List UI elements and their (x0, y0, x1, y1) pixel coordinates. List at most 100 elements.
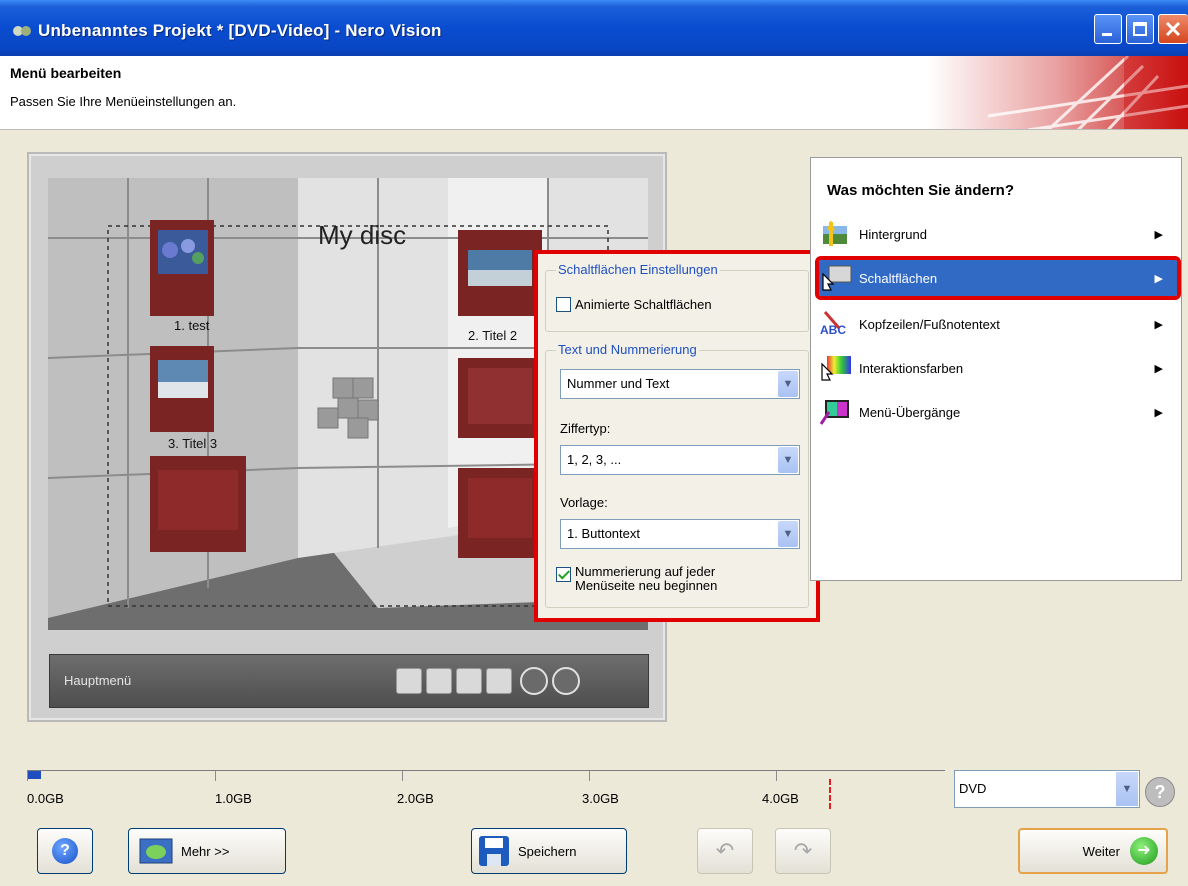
window-titlebar[interactable]: Unbenanntes Projekt * [DVD-Video] - Nero… (0, 0, 1188, 56)
minimize-icon (1102, 33, 1112, 36)
restart-numbering-checkbox-row[interactable]: Nummerierung auf jeder Menüseite neu beg… (556, 565, 776, 593)
disc-type-select[interactable]: DVD ▼ (954, 770, 1140, 808)
chevron-down-icon[interactable]: ▼ (778, 371, 798, 397)
option-menu-transitions[interactable]: Menü-Übergänge ▶ (819, 394, 1177, 430)
capacity-track: 0.0GB 1.0GB 2.0GB 3.0GB 4.0GB (27, 770, 945, 809)
button-settings-group-title: Schaltflächen Einstellungen (556, 262, 720, 277)
numbering-mode-select[interactable]: Nummer und Text ▼ (560, 369, 800, 399)
digit-type-label: Ziffertyp: (560, 421, 611, 436)
menu-nav-button-2[interactable] (426, 668, 452, 694)
text-numbering-group: Text und Nummerierung Nummer und Text ▼ … (545, 342, 809, 608)
option-background[interactable]: Hintergrund ▶ (819, 216, 1177, 252)
capacity-label: 4.0GB (762, 791, 799, 806)
disc-type-value: DVD (959, 781, 987, 796)
header-decoration-image (928, 56, 1188, 129)
chevron-down-icon[interactable]: ▼ (778, 521, 798, 547)
menu-button-label-2[interactable]: 2. Titel 2 (468, 328, 517, 343)
text-numbering-group-title: Text und Nummerierung (556, 342, 699, 357)
capacity-label: 0.0GB (27, 791, 64, 806)
undo-icon: ↶ (715, 838, 735, 863)
chevron-right-icon: ▶ (1154, 272, 1163, 285)
pointer-icon (822, 265, 852, 291)
option-buttons[interactable]: Schaltflächen ▶ (815, 256, 1181, 300)
close-icon (1165, 21, 1181, 37)
help-button[interactable]: ? (37, 828, 93, 874)
more-button-label: Mehr >> (181, 843, 230, 859)
template-select[interactable]: 1. Buttontext ▼ (560, 519, 800, 549)
arrow-right-icon: ➜ (1130, 837, 1158, 865)
color-pointer-icon (821, 356, 851, 381)
chevron-right-icon: ▶ (1154, 318, 1163, 331)
button-settings-group: Schaltflächen Einstellungen Animierte Sc… (545, 262, 809, 332)
template-value: 1. Buttontext (567, 526, 640, 541)
capacity-limit-marker (829, 779, 831, 809)
more-options-icon (139, 838, 173, 864)
capacity-label: 3.0GB (582, 791, 619, 806)
menu-page-label: Hauptmenü (64, 673, 132, 688)
save-disk-icon (479, 836, 509, 866)
animated-buttons-label: Animierte Schaltflächen (575, 297, 712, 312)
page-title: Menü bearbeiten (10, 65, 122, 81)
option-interaction-colors-label: Interaktionsfarben (859, 360, 964, 376)
close-button[interactable] (1158, 14, 1188, 44)
animated-buttons-checkbox[interactable] (556, 297, 571, 312)
help-icon: ? (52, 838, 78, 864)
nero-app-icon (13, 26, 31, 36)
menu-button-label-3[interactable]: 3. Titel 3 (168, 436, 217, 451)
disc-capacity-bar[interactable]: 0.0GB 1.0GB 2.0GB 3.0GB 4.0GB (27, 770, 945, 810)
capacity-tick (589, 771, 590, 781)
redo-icon: ↷ (793, 838, 813, 863)
next-button[interactable]: Weiter ➜ (1018, 828, 1168, 874)
option-background-label: Hintergrund (859, 226, 927, 242)
next-button-label: Weiter (1082, 843, 1120, 859)
undo-button[interactable]: ↶ (697, 828, 753, 874)
menu-nav-check-icon[interactable] (552, 667, 580, 695)
edit-options-heading: Was möchten Sie ändern? (827, 182, 1014, 199)
chevron-down-icon[interactable]: ▼ (778, 447, 798, 473)
option-interaction-colors[interactable]: Interaktionsfarben ▶ (819, 350, 1177, 386)
restart-numbering-checkbox[interactable] (556, 567, 571, 582)
menu-nav-button-4[interactable] (486, 668, 512, 694)
animated-buttons-checkbox-row[interactable]: Animierte Schaltflächen (556, 297, 712, 312)
maximize-button[interactable] (1126, 14, 1154, 44)
minimize-button[interactable] (1094, 14, 1122, 44)
capacity-label: 2.0GB (397, 791, 434, 806)
page-header: Menü bearbeiten Passen Sie Ihre Menüeins… (0, 56, 1188, 130)
maximize-icon (1133, 22, 1147, 36)
capacity-used-marker (27, 771, 41, 779)
capacity-label: 1.0GB (215, 791, 252, 806)
option-buttons-label: Schaltflächen (859, 270, 938, 286)
chevron-right-icon: ▶ (1154, 406, 1163, 419)
menu-button-label-1[interactable]: 1. test (174, 318, 209, 333)
menu-nav-down-icon[interactable] (520, 667, 548, 695)
option-menu-transitions-label: Menü-Übergänge (859, 404, 961, 420)
digit-type-select[interactable]: 1, 2, 3, ... ▼ (560, 445, 800, 475)
page-subtitle: Passen Sie Ihre Menüeinstellungen an. (10, 94, 237, 109)
window-title: Unbenanntes Projekt * [DVD-Video] - Nero… (38, 21, 442, 40)
more-button[interactable]: Mehr >> (128, 828, 286, 874)
capacity-tick (215, 771, 216, 781)
chevron-right-icon: ▶ (1154, 228, 1163, 241)
menu-nav-button-3[interactable] (456, 668, 482, 694)
numbering-mode-value: Nummer und Text (567, 376, 670, 391)
menu-nav-button-1[interactable] (396, 668, 422, 694)
digit-type-value: 1, 2, 3, ... (567, 452, 622, 467)
edit-options-panel: Was möchten Sie ändern? Hintergrund ▶ Sc… (810, 157, 1182, 581)
template-label: Vorlage: (560, 495, 608, 510)
menu-navigation-bar: Hauptmenü (49, 654, 649, 708)
chevron-down-icon[interactable]: ▼ (1116, 772, 1138, 806)
redo-button[interactable]: ↷ (775, 828, 831, 874)
option-header-footer-label: Kopfzeilen/Fußnotentext (859, 316, 1000, 332)
svg-text:ABC: ABC (820, 323, 846, 337)
disc-info-help-icon[interactable]: ? (1145, 777, 1175, 807)
option-header-footer-text[interactable]: ABC Kopfzeilen/Fußnotentext ▶ (819, 306, 1177, 342)
capacity-tick (776, 771, 777, 781)
menu-disc-title[interactable]: My disc (318, 220, 406, 251)
chevron-right-icon: ▶ (1154, 362, 1163, 375)
capacity-tick (402, 771, 403, 781)
save-button[interactable]: Speichern (471, 828, 627, 874)
transition-icon (819, 400, 849, 425)
restart-numbering-label: Nummerierung auf jeder Menüseite neu beg… (575, 564, 718, 593)
capacity-tick (27, 771, 28, 781)
background-icon (823, 220, 847, 246)
